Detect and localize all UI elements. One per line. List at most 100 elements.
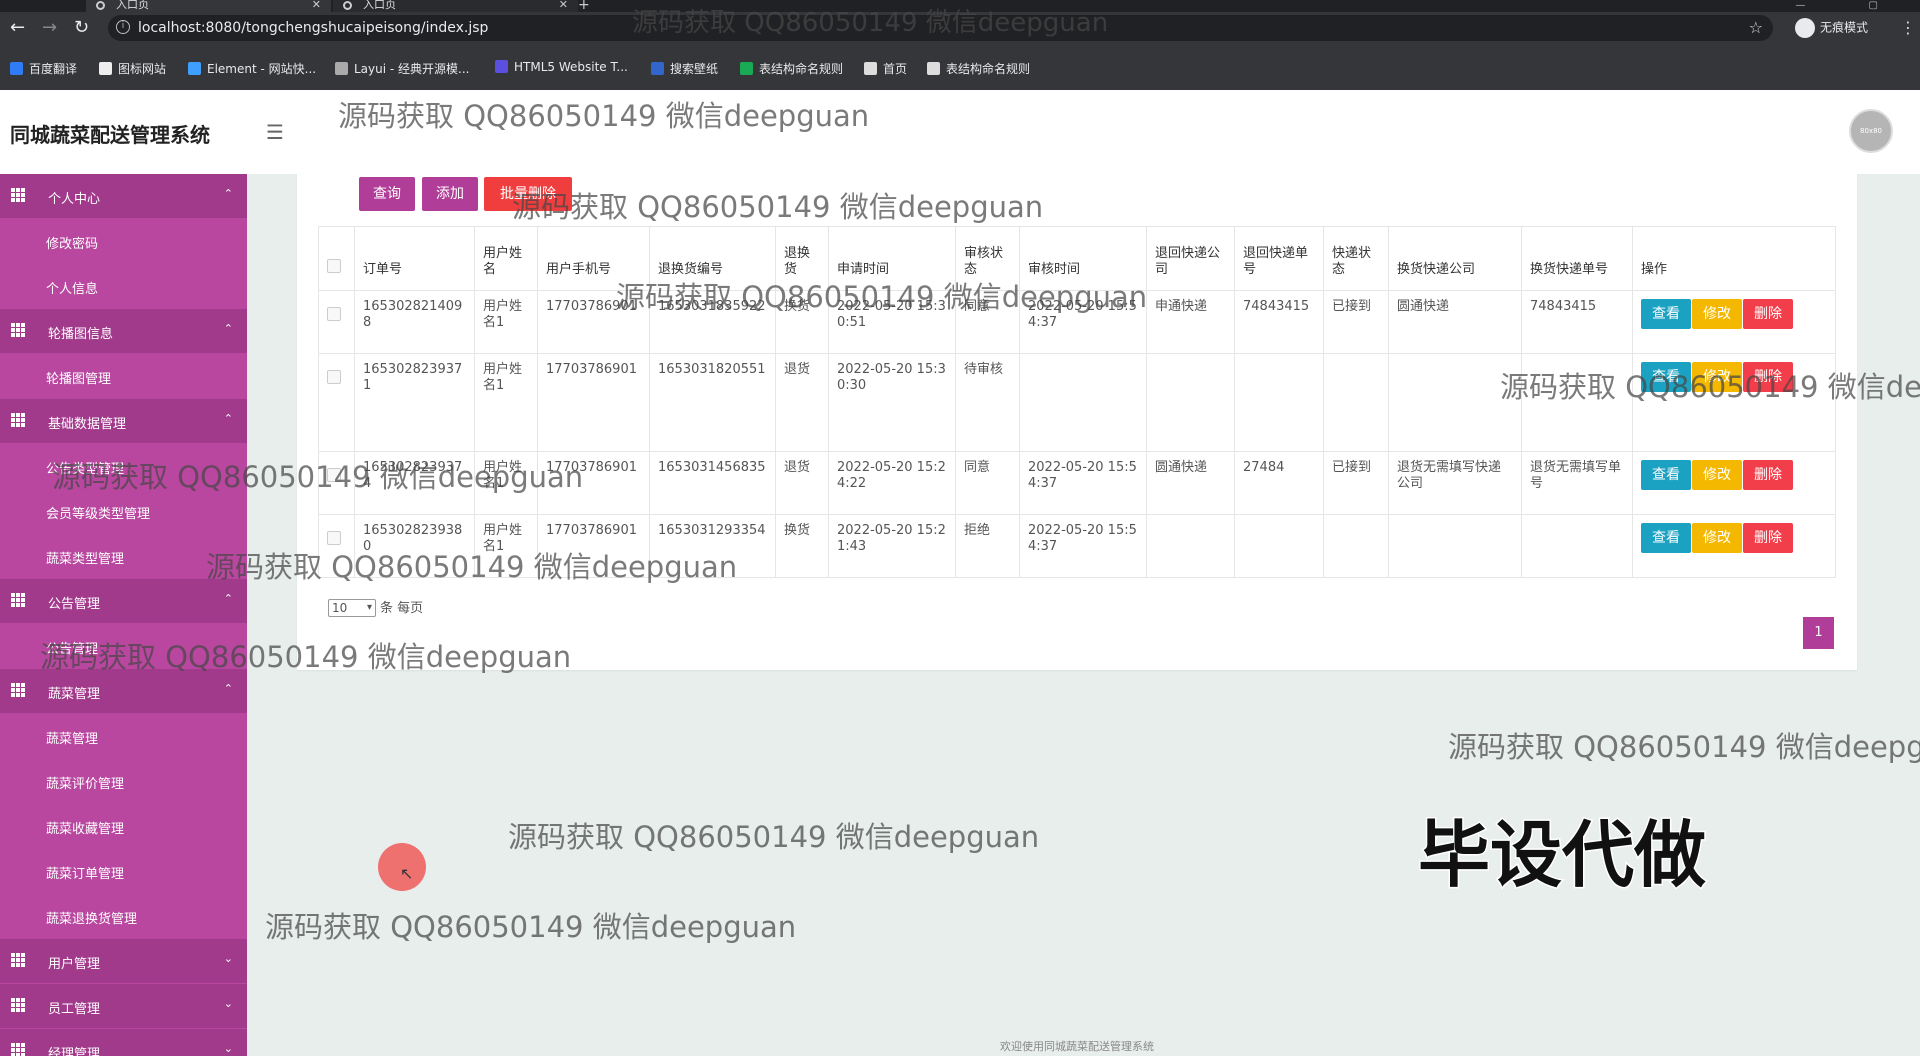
info-icon[interactable]: i	[116, 20, 130, 34]
page-number-1[interactable]: 1	[1803, 617, 1834, 649]
view-button[interactable]: 查看	[1641, 299, 1691, 329]
close-icon[interactable]: ✕	[559, 0, 568, 10]
chevron-icon: ⌃	[223, 682, 233, 695]
sidebar-item-label: 蔬菜退换货管理	[46, 912, 138, 927]
grid-icon	[11, 323, 25, 337]
batch-delete-button[interactable]: 批量删除	[484, 177, 572, 211]
incognito-indicator[interactable]: 无痕模式	[1795, 18, 1868, 38]
sidebar-item[interactable]: 蔬菜收藏管理	[0, 804, 247, 849]
table-cell: 74843415	[1521, 290, 1633, 354]
window-controls[interactable]: — ▢	[1795, 0, 1908, 11]
sidebar-group[interactable]: 公告管理 ⌃	[0, 579, 247, 623]
page-size-select[interactable]: 10	[328, 599, 376, 617]
sidebar-group[interactable]: 基础数据管理 ⌃	[0, 399, 247, 443]
bookmark-item[interactable]: 表结构命名规则	[927, 60, 1030, 77]
sidebar-group[interactable]: 轮播图信息 ⌃	[0, 309, 247, 353]
sidebar-item-label: 会员等级类型管理	[46, 507, 151, 522]
sidebar-item-label: 蔬菜评价管理	[46, 777, 125, 792]
view-button[interactable]: 查看	[1641, 460, 1691, 490]
table-cell: 1653028239371	[354, 353, 475, 452]
sidebar-item[interactable]: 个人信息	[0, 264, 247, 309]
table-cell: 用户姓名1	[474, 353, 538, 452]
table-cell: 已接到	[1323, 451, 1389, 515]
table-row: 1653028239380 用户姓名1 17703786901 16530312933…	[318, 514, 1836, 578]
row-checkbox[interactable]	[327, 370, 341, 384]
url-text[interactable]: localhost:8080/tongchengshucaipeisong/in…	[138, 20, 488, 36]
sidebar-item[interactable]: 轮播图管理	[0, 354, 247, 399]
delete-button[interactable]: 删除	[1743, 523, 1793, 553]
grid-icon	[11, 593, 25, 607]
table-row: 1653028239371 用户姓名1 17703786901 16530318205…	[318, 353, 1836, 452]
row-checkbox[interactable]	[327, 531, 341, 545]
close-icon[interactable]: ✕	[312, 0, 321, 10]
table-cell: 1653028239374	[354, 451, 475, 515]
table-cell: 退货	[775, 451, 829, 515]
sidebar-item[interactable]: 蔬菜评价管理	[0, 759, 247, 804]
bookmark-item[interactable]: 搜索壁纸	[651, 60, 718, 77]
edit-button[interactable]: 修改	[1692, 460, 1742, 490]
avatar[interactable]: 80x80	[1849, 109, 1893, 153]
sidebar-group[interactable]: 蔬菜管理 ⌃	[0, 669, 247, 713]
forward-icon[interactable]: →	[42, 18, 57, 38]
menu-toggle-icon[interactable]: ☰	[266, 120, 284, 144]
sidebar-group[interactable]: 用户管理 ⌄	[0, 939, 247, 983]
row-checkbox[interactable]	[327, 307, 341, 321]
browser-tab[interactable]: 入口页 ✕	[86, 0, 331, 12]
row-checkbox[interactable]	[327, 468, 341, 482]
edit-button[interactable]: 修改	[1692, 299, 1742, 329]
table-cell: 用户姓名1	[474, 290, 538, 354]
sidebar-item-label: 蔬菜订单管理	[46, 867, 125, 882]
column-header: 退换货	[775, 226, 829, 291]
bookmark-item[interactable]: HTML5 Website T...	[495, 60, 628, 74]
sidebar-item[interactable]: 公告类型管理	[0, 444, 247, 489]
table-cell: 退货无需填写快递公司	[1388, 451, 1522, 515]
actions-cell: 查看 修改 删除	[1632, 353, 1836, 452]
table-cell	[1234, 353, 1324, 452]
table-cell: 换货	[775, 290, 829, 354]
menu-icon[interactable]: ⋮	[1900, 18, 1916, 37]
table-cell: 1653031456835	[649, 451, 776, 515]
page-size-control: 10 条 每页	[328, 597, 423, 617]
select-all-checkbox[interactable]	[327, 259, 341, 273]
url-bar[interactable]: i localhost:8080/tongchengshucaipeisong/…	[108, 15, 1773, 41]
browser-tab[interactable]: 入口页 ✕	[333, 0, 578, 12]
sidebar-item-label: 蔬菜类型管理	[46, 552, 125, 567]
edit-button[interactable]: 修改	[1692, 523, 1742, 553]
add-button[interactable]: 添加	[422, 177, 478, 211]
bookmarks-bar: 百度翻译 图标网站 Element - 网站快... Layui - 经典开源模...…	[0, 44, 1920, 90]
bookmark-item[interactable]: Element - 网站快...	[188, 60, 316, 77]
table-cell	[1388, 353, 1522, 452]
bookmark-item[interactable]: 表结构命名规则	[740, 60, 843, 77]
view-button[interactable]: 查看	[1641, 362, 1691, 392]
sidebar-item[interactable]: 蔬菜退换货管理	[0, 894, 247, 939]
table-cell: 同意	[955, 290, 1020, 354]
bookmark-item[interactable]: 百度翻译	[10, 60, 77, 77]
bookmark-icon	[188, 62, 201, 75]
sidebar: 个人中心 ⌃ 修改密码 个人信息 轮播图信息 ⌃ 轮播图管理 基础数据管理 ⌃ 公告类型管理 会员等…	[0, 174, 247, 1056]
sidebar-group-label: 基础数据管理	[48, 417, 127, 432]
delete-button[interactable]: 删除	[1743, 362, 1793, 392]
sidebar-item[interactable]: 蔬菜管理	[0, 714, 247, 759]
delete-button[interactable]: 删除	[1743, 299, 1793, 329]
sidebar-item[interactable]: 会员等级类型管理	[0, 489, 247, 534]
sidebar-item-label: 蔬菜收藏管理	[46, 822, 125, 837]
chevron-icon: ⌃	[223, 187, 233, 200]
query-button[interactable]: 查询	[359, 177, 415, 211]
sidebar-group[interactable]: 员工管理 ⌄	[0, 984, 247, 1028]
edit-button[interactable]: 修改	[1692, 362, 1742, 392]
star-icon[interactable]: ☆	[1749, 18, 1763, 37]
bookmark-item[interactable]: Layui - 经典开源模...	[335, 60, 469, 77]
sidebar-item[interactable]: 蔬菜订单管理	[0, 849, 247, 894]
table-cell: 74843415	[1234, 290, 1324, 354]
sidebar-item[interactable]: 修改密码	[0, 219, 247, 264]
sidebar-item[interactable]: 蔬菜类型管理	[0, 534, 247, 579]
bookmark-item[interactable]: 首页	[864, 60, 907, 77]
back-icon[interactable]: ←	[10, 18, 25, 38]
view-button[interactable]: 查看	[1641, 523, 1691, 553]
reload-icon[interactable]: ↻	[74, 18, 89, 38]
sidebar-group[interactable]: 个人中心 ⌃	[0, 174, 247, 218]
chevron-icon: ⌄	[223, 952, 233, 965]
bookmark-item[interactable]: 图标网站	[99, 60, 166, 77]
sidebar-item[interactable]: 公告管理	[0, 624, 247, 669]
delete-button[interactable]: 删除	[1743, 460, 1793, 490]
